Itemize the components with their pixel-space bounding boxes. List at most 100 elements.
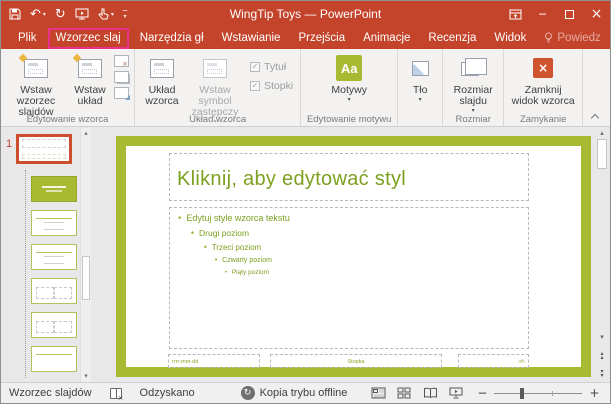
group-edit-theme: Aa Motywy ▾ Edytowanie motywu: [301, 49, 398, 126]
insert-slide-master-button[interactable]: Wstaw wzorzec slajdów: [6, 53, 66, 119]
master-layout-icon: [150, 59, 174, 78]
slide-size-button[interactable]: Rozmiar slajdu ▾: [448, 53, 498, 115]
save-button[interactable]: [9, 8, 21, 20]
tab-recenzja[interactable]: Recenzja: [419, 27, 485, 49]
slide-master-number: 1: [6, 138, 12, 150]
offline-sync-icon: ↻: [241, 386, 255, 400]
scroll-down-icon[interactable]: ▾: [596, 332, 608, 342]
background-button[interactable]: Tło ▾: [403, 53, 437, 104]
slide-size-icon: [461, 58, 485, 78]
thumbnail-layout-title-content[interactable]: [31, 210, 77, 236]
normal-view-button[interactable]: [365, 383, 391, 403]
status-bar-right: − + 44%: [365, 383, 611, 403]
master-layout-button[interactable]: Układ wzorca: [140, 53, 184, 108]
title-placeholder[interactable]: Kliknij, aby edytować styl: [169, 153, 529, 201]
slide-number-placeholder[interactable]: ‹#›: [458, 354, 529, 368]
slide-sorter-icon: [397, 387, 411, 399]
undo-icon: ↶: [30, 8, 41, 21]
insert-layout-button[interactable]: Wstaw układ: [68, 53, 112, 108]
rename-button[interactable]: [114, 71, 129, 83]
tab-wzorzec-slajdu[interactable]: Wzorzec slaj: [48, 28, 129, 49]
spell-check-indicator[interactable]: ×: [110, 388, 122, 399]
delete-slide-button[interactable]: ×: [114, 55, 129, 67]
zoom-controls: − + 44%: [477, 386, 611, 400]
zoom-slider-thumb[interactable]: [520, 388, 524, 399]
tab-wstawianie[interactable]: Wstawianie: [213, 27, 290, 49]
body-placeholder[interactable]: • Edytuj style wzorca tekstu • Drugi pozio…: [169, 207, 529, 349]
master-layout-label: Układ wzorca: [142, 85, 182, 107]
scrollbar-thumb[interactable]: [597, 139, 607, 169]
touch-mouse-mode-button[interactable]: ▾: [98, 8, 114, 20]
bullet-icon: •: [224, 268, 228, 276]
touch-mode-dropdown-caret[interactable]: ▾: [111, 11, 114, 18]
spell-x-icon: ×: [118, 394, 124, 402]
zoom-in-button[interactable]: +: [589, 386, 599, 400]
slide-sorter-view-button[interactable]: [391, 383, 417, 403]
tab-narzedzia-glowne[interactable]: Narzędzia gł: [131, 27, 213, 49]
bullet-level-4: •Czwarty poziom: [214, 256, 528, 264]
ribbon-display-options-button[interactable]: [502, 1, 529, 27]
bullet-icon: •: [214, 256, 218, 264]
bullet-icon: •: [190, 229, 195, 239]
checkbox-footers[interactable]: ✓ Stopki: [250, 80, 293, 92]
scrollbar-thumb[interactable]: [82, 256, 90, 300]
delete-icon: ×: [122, 61, 128, 68]
customize-qat-button[interactable]: ─ ▾: [123, 9, 127, 19]
title-bar: ↶ ▾ ↻ ▾ ─ ▾ WingTip Toys — PowerPoint: [1, 1, 610, 27]
checkbox-title[interactable]: ✓ Tytuł: [250, 61, 293, 73]
maximize-button[interactable]: [556, 1, 583, 27]
start-slideshow-button[interactable]: [75, 8, 89, 20]
thumbnail-layout-title-only[interactable]: [31, 346, 77, 372]
thumbnail-layout-two-content[interactable]: [31, 278, 77, 304]
recovered-status[interactable]: Odzyskano: [140, 387, 195, 399]
customize-qat-caret: ▾: [123, 14, 126, 19]
scroll-down-icon[interactable]: ▾: [81, 371, 91, 382]
editor-scrollbar[interactable]: ▴ ▾ ▴▴ ▾▾: [596, 128, 608, 384]
scroll-up-icon[interactable]: ▴: [81, 128, 91, 139]
minimize-button[interactable]: ─: [529, 1, 556, 27]
previous-slide-button[interactable]: ▴▴: [596, 352, 608, 360]
thumbnail-layout-comparison[interactable]: [31, 312, 77, 338]
close-button[interactable]: ×: [583, 1, 610, 27]
footer-placeholder[interactable]: Stopka: [270, 354, 442, 368]
undo-button[interactable]: ↶ ▾: [30, 8, 46, 21]
thumbnail-scrollbar[interactable]: ▴ ▾: [80, 128, 91, 384]
insert-layout-label: Wstaw układ: [70, 85, 110, 107]
date-placeholder[interactable]: rrrr-mm-dd: [168, 354, 260, 368]
themes-button[interactable]: Aa Motywy ▾: [323, 53, 375, 104]
bullet-text: Drugi poziom: [199, 228, 249, 238]
slide-master-canvas[interactable]: Kliknij, aby edytować styl • Edytuj style…: [116, 136, 591, 377]
thumbnail-slide-master[interactable]: [16, 134, 72, 164]
tab-widok[interactable]: Widok: [485, 27, 535, 49]
bullet-icon: •: [203, 243, 208, 252]
sparkle-icon: [19, 53, 27, 61]
view-status-text: Wzorzec slajdów: [9, 387, 92, 399]
layout-connector-line: [25, 170, 26, 378]
scroll-up-icon[interactable]: ▴: [596, 128, 608, 138]
group-label: Układ wzorca: [135, 114, 300, 125]
offline-copy-status[interactable]: ↻ Kopia trybu offline: [241, 386, 348, 400]
close-master-view-button[interactable]: × Zamknij widok wzorca: [509, 53, 577, 108]
slideshow-view-button[interactable]: [443, 383, 469, 403]
thumbnail-layout-section[interactable]: [31, 244, 77, 270]
bullet-level-2: • Drugi poziom: [190, 228, 528, 239]
tab-przejscia[interactable]: Przejścia: [289, 27, 354, 49]
next-slide-button[interactable]: ▾▾: [596, 370, 608, 378]
zoom-out-button[interactable]: −: [477, 386, 487, 400]
zoom-slider[interactable]: [494, 393, 582, 394]
reading-view-button[interactable]: [417, 383, 443, 403]
tab-plik[interactable]: Plik: [9, 27, 46, 49]
thumbnail-layout-title-slide[interactable]: [31, 176, 77, 202]
themes-icon: Aa: [336, 55, 362, 81]
collapse-ribbon-button[interactable]: [588, 111, 602, 121]
preserve-button[interactable]: [114, 87, 129, 99]
content-area: 1 ▴ ▾ Kliknij, aby edytować styl •Edytuj: [1, 128, 610, 384]
tab-powiedz-label: Powiedz: [557, 27, 600, 49]
tab-powiedz[interactable]: Powiedz: [535, 27, 609, 49]
bullet-text: Edytuj style wzorca tekstu: [186, 213, 290, 223]
redo-button[interactable]: ↻: [55, 8, 66, 21]
checkbox-footers-label: Stopki: [264, 80, 293, 92]
slideshow-icon: [449, 387, 463, 399]
tab-animacje[interactable]: Animacje: [354, 27, 419, 49]
undo-dropdown-caret[interactable]: ▾: [43, 11, 46, 18]
